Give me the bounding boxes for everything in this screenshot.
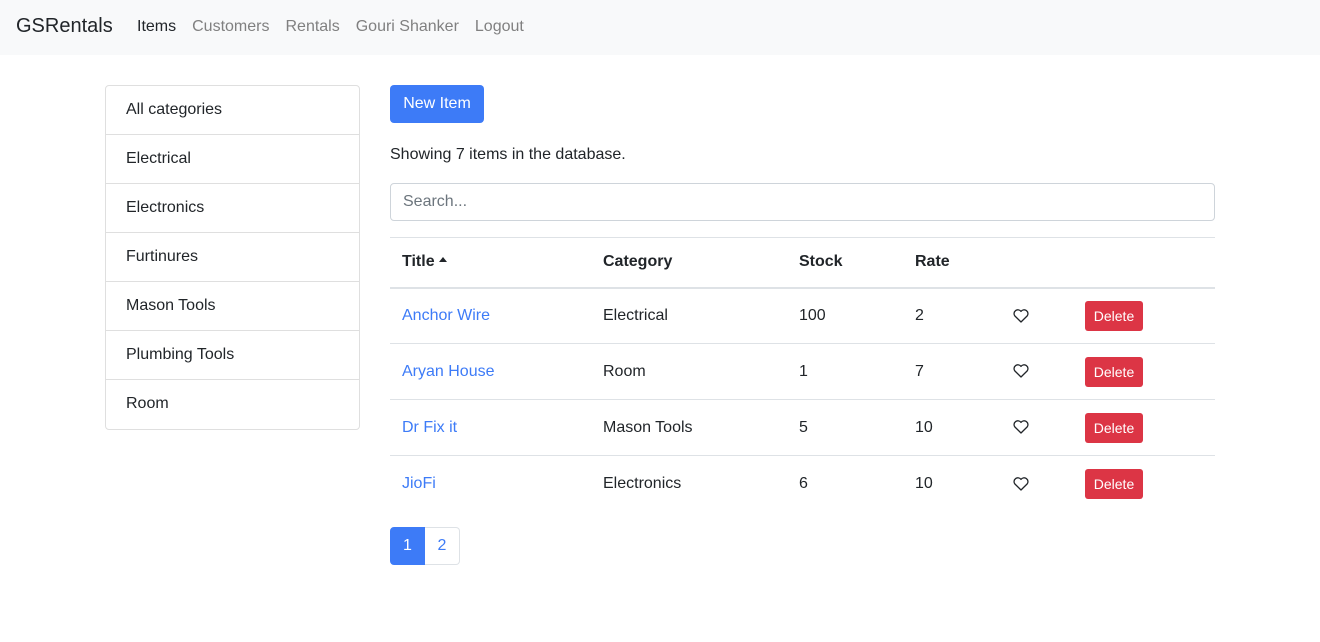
nav-links: Items Customers Rentals Gouri Shanker Lo…: [137, 17, 540, 36]
header-like: [1001, 237, 1073, 289]
nav-link-customers[interactable]: Customers: [192, 17, 269, 36]
heart-icon[interactable]: [1013, 308, 1029, 323]
header-actions: [1073, 237, 1215, 289]
category-item-furtinures[interactable]: Furtinures: [106, 233, 359, 282]
item-rate: 7: [903, 343, 1001, 400]
header-category[interactable]: Category: [591, 237, 787, 289]
table-row: Aryan House Room 1 7 Delete: [390, 343, 1215, 400]
nav-link-user-profile[interactable]: Gouri Shanker: [356, 17, 459, 36]
category-item-all[interactable]: All categories: [106, 86, 359, 135]
item-title-link[interactable]: Anchor Wire: [402, 307, 490, 324]
delete-button[interactable]: Delete: [1085, 468, 1143, 499]
nav-link-rentals[interactable]: Rentals: [285, 17, 339, 36]
item-count-text: Showing 7 items in the database.: [390, 146, 626, 163]
new-item-button[interactable]: New Item: [390, 85, 484, 123]
category-item-plumbing-tools[interactable]: Plumbing Tools: [106, 331, 359, 380]
table-row: JioFi Electronics 6 10 Delete: [390, 456, 1215, 512]
heart-icon[interactable]: [1013, 364, 1029, 378]
item-rate: 10: [903, 399, 1001, 456]
header-rate[interactable]: Rate: [903, 237, 1001, 289]
table-row: Anchor Wire Electrical 100 2 Delete: [390, 287, 1215, 344]
item-rate: 2: [903, 287, 1001, 344]
header-title-label: Title: [402, 253, 435, 271]
item-stock: 100: [787, 287, 903, 344]
pagination: 1 2: [390, 527, 460, 565]
search-input[interactable]: [390, 183, 1215, 221]
nav-link-items[interactable]: Items: [137, 17, 176, 36]
delete-button[interactable]: Delete: [1085, 300, 1143, 331]
category-item-mason-tools[interactable]: Mason Tools: [106, 282, 359, 331]
brand-logo[interactable]: GSRentals: [16, 14, 113, 38]
heart-icon[interactable]: [1013, 476, 1029, 491]
category-item-room[interactable]: Room: [106, 380, 359, 429]
item-rate: 10: [915, 474, 933, 492]
item-title-link[interactable]: Aryan House: [402, 363, 495, 380]
table-row: Dr Fix it Mason Tools 5 10 Delete: [390, 399, 1215, 456]
item-title-link[interactable]: JioFi: [402, 475, 436, 492]
header-title[interactable]: Title: [390, 237, 591, 289]
heart-icon[interactable]: [1013, 420, 1029, 434]
caret-up-icon: [438, 257, 447, 263]
page-link-2[interactable]: 2: [425, 527, 460, 565]
items-table: Title Category Stock Rate Anchor Wire El…: [390, 237, 1215, 512]
item-stock: 5: [787, 399, 903, 456]
category-list: All categories Electrical Electronics Fu…: [105, 85, 360, 430]
item-category: Mason Tools: [591, 399, 787, 456]
item-category: Electrical: [591, 287, 787, 344]
category-item-electrical[interactable]: Electrical: [106, 135, 359, 184]
category-item-electronics[interactable]: Electronics: [106, 184, 359, 233]
navbar: GSRentals Items Customers Rentals Gouri …: [0, 0, 1320, 55]
item-title-link[interactable]: Dr Fix it: [402, 419, 457, 436]
page-link-1[interactable]: 1: [390, 527, 425, 565]
delete-button[interactable]: Delete: [1085, 412, 1143, 443]
item-category: Room: [591, 343, 787, 400]
header-stock[interactable]: Stock: [787, 237, 903, 289]
table-header-row: Title Category Stock Rate: [390, 237, 1215, 289]
nav-link-logout[interactable]: Logout: [475, 17, 524, 36]
item-stock: 6: [799, 474, 808, 492]
delete-button[interactable]: Delete: [1085, 356, 1143, 387]
item-category: Electronics: [603, 474, 682, 492]
item-stock: 1: [787, 343, 903, 400]
